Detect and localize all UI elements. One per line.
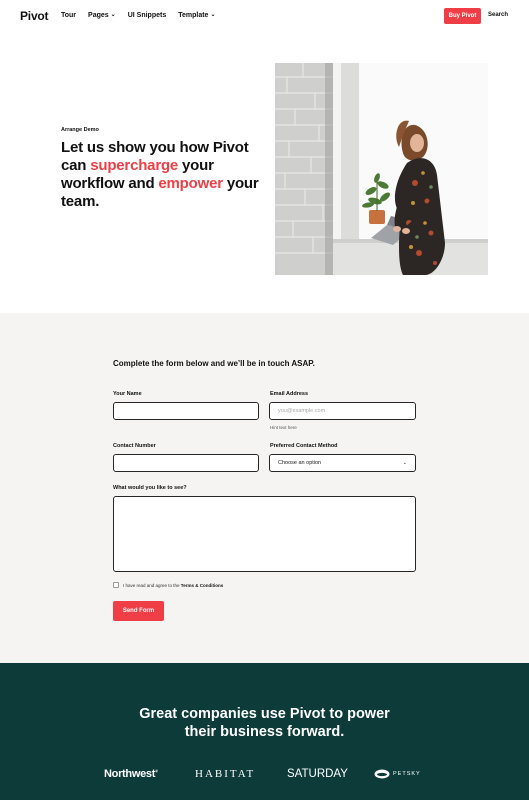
nav-item-pages[interactable]: Pages ⌄ bbox=[88, 12, 116, 19]
send-form-button[interactable]: Send Form bbox=[113, 601, 164, 621]
contact-method-select[interactable]: Choose an option ⌄ bbox=[269, 454, 416, 472]
nav-item-label: Pages bbox=[88, 12, 109, 19]
nav-item-ui-snippets[interactable]: UI Snippets bbox=[128, 12, 167, 19]
nav-menu: Tour Pages ⌄ UI Snippets Template ⌄ bbox=[61, 12, 215, 19]
email-label: Email Address bbox=[270, 391, 309, 397]
name-field[interactable] bbox=[113, 402, 259, 420]
hero-photo bbox=[275, 63, 488, 275]
message-textarea[interactable] bbox=[113, 496, 416, 572]
chevron-down-icon: ⌄ bbox=[110, 12, 116, 18]
nav-item-label: Template bbox=[178, 12, 209, 19]
contact-method-value: Choose an option bbox=[278, 460, 322, 466]
saturday-logo: SATURDAY bbox=[287, 768, 348, 780]
companies-title-line: Great companies use Pivot to power bbox=[139, 706, 390, 722]
petsky-icon bbox=[374, 769, 390, 779]
contact-method-label: Preferred Contact Method bbox=[270, 443, 338, 449]
northwest-logo: Northwest® bbox=[104, 768, 158, 780]
brand-logo[interactable]: Pivot bbox=[20, 9, 49, 23]
chevron-down-icon: ⌄ bbox=[402, 460, 407, 466]
message-label: What would you like to see? bbox=[113, 485, 187, 491]
contact-form-section: Complete the form below and we’ll be in … bbox=[0, 313, 529, 663]
terms-link[interactable]: Terms & Conditions bbox=[181, 583, 223, 588]
hero-title: Let us show you how Pivot can supercharg… bbox=[61, 139, 261, 211]
habitat-logo: HABITAT bbox=[195, 768, 256, 780]
woman-at-laptop-illustration bbox=[275, 63, 488, 275]
petsky-logo-text: PETSKY bbox=[393, 771, 421, 777]
terms-prefix: I have read and agree to the bbox=[123, 583, 181, 588]
form-heading: Complete the form below and we’ll be in … bbox=[113, 359, 315, 368]
search-link[interactable]: Search bbox=[488, 12, 508, 18]
email-hint: Hint text here bbox=[270, 425, 297, 430]
nav-item-tour[interactable]: Tour bbox=[61, 12, 76, 19]
nav-item-label: UI Snippets bbox=[127, 12, 167, 19]
terms-text: I have read and agree to the Terms & Con… bbox=[123, 583, 223, 588]
nav-item-label: Tour bbox=[61, 12, 77, 19]
nav-item-template[interactable]: Template ⌄ bbox=[178, 12, 215, 19]
email-field[interactable]: you@example.com bbox=[269, 402, 416, 420]
hero-eyebrow: Arrange Demo bbox=[61, 127, 99, 133]
chevron-down-icon: ⌄ bbox=[210, 12, 216, 18]
email-placeholder: you@example.com bbox=[278, 408, 326, 414]
contact-number-label: Contact Number bbox=[113, 443, 156, 449]
petsky-logo: PETSKY bbox=[374, 769, 421, 779]
company-logos: Northwest® HABITAT SATURDAY PETSKY bbox=[0, 768, 529, 784]
name-label: Your Name bbox=[113, 391, 142, 397]
top-navbar: Pivot Tour Pages ⌄ UI Snippets Template ⌄ … bbox=[0, 0, 529, 32]
terms-checkbox[interactable] bbox=[113, 582, 119, 588]
companies-title-line: their business forward. bbox=[184, 724, 345, 740]
hero-title-accent: empower bbox=[158, 175, 223, 192]
companies-section: Great companies use Pivot to power their… bbox=[0, 663, 529, 800]
companies-title: Great companies use Pivot to power their… bbox=[0, 705, 529, 741]
buy-pivot-button[interactable]: Buy Pivot bbox=[444, 8, 481, 24]
contact-number-field[interactable] bbox=[113, 454, 259, 472]
northwest-logo-text: Northwest bbox=[104, 768, 156, 780]
hero-title-accent: supercharge bbox=[90, 157, 179, 174]
